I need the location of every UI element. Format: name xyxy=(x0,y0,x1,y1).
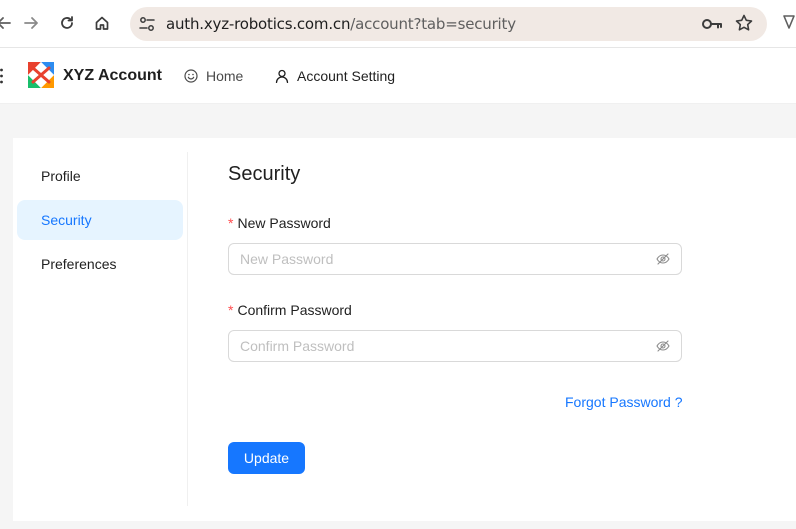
address-bar[interactable]: auth.xyz-robotics.com.cn/account?tab=sec… xyxy=(130,7,767,41)
url-host: auth.xyz-robotics.com.cn xyxy=(166,15,351,33)
xyz-logo xyxy=(28,62,54,88)
forward-button[interactable] xyxy=(17,9,45,37)
nav-account-setting[interactable]: Account Setting xyxy=(275,68,395,84)
key-icon[interactable] xyxy=(701,15,723,33)
smile-icon xyxy=(184,69,198,83)
extension-icon[interactable] xyxy=(782,14,796,32)
eye-invisible-icon[interactable] xyxy=(656,252,670,266)
site-settings-icon[interactable] xyxy=(138,15,156,33)
account-card: Profile Security Preferences Security * N… xyxy=(13,138,796,521)
app-header: XYZ Account Home Account Setting xyxy=(0,48,796,104)
confirm-password-input[interactable] xyxy=(229,331,639,361)
star-icon[interactable] xyxy=(734,13,754,33)
page-title: Security xyxy=(228,163,301,185)
new-password-label: * New Password xyxy=(228,215,331,231)
confirm-password-label-text: Confirm Password xyxy=(237,302,352,318)
sidebar-item-preferences[interactable]: Preferences xyxy=(17,244,183,284)
new-password-field[interactable] xyxy=(228,243,682,275)
required-mark: * xyxy=(228,215,234,231)
forgot-password-link[interactable]: Forgot Password ? xyxy=(565,394,683,410)
confirm-password-field[interactable] xyxy=(228,330,682,362)
back-button[interactable] xyxy=(0,9,18,37)
nav-home-label: Home xyxy=(206,68,244,84)
nav-home[interactable]: Home xyxy=(184,68,243,84)
sidebar-item-security[interactable]: Security xyxy=(17,200,183,240)
forward-arrow-icon xyxy=(24,17,38,29)
browser-toolbar: auth.xyz-robotics.com.cn/account?tab=sec… xyxy=(0,0,796,48)
update-button[interactable]: Update xyxy=(228,442,305,474)
new-password-label-text: New Password xyxy=(237,215,331,231)
nav-account-setting-label: Account Setting xyxy=(297,68,396,84)
menu-dots-icon[interactable] xyxy=(0,68,4,84)
required-mark: * xyxy=(228,302,234,318)
sidebar-item-profile[interactable]: Profile xyxy=(17,156,183,196)
confirm-password-label: * Confirm Password xyxy=(228,302,352,318)
reload-icon xyxy=(61,16,73,29)
reload-button[interactable] xyxy=(53,9,81,37)
url-text[interactable]: auth.xyz-robotics.com.cn/account?tab=sec… xyxy=(166,15,516,33)
user-icon xyxy=(275,69,289,83)
back-arrow-icon xyxy=(0,17,11,29)
brand-name: XYZ Account xyxy=(63,67,162,84)
eye-invisible-icon[interactable] xyxy=(656,339,670,353)
settings-sidebar: Profile Security Preferences xyxy=(13,152,188,506)
home-icon xyxy=(95,16,109,30)
new-password-input[interactable] xyxy=(229,244,639,274)
url-path: /account?tab=security xyxy=(350,15,516,33)
home-button[interactable] xyxy=(88,9,116,37)
